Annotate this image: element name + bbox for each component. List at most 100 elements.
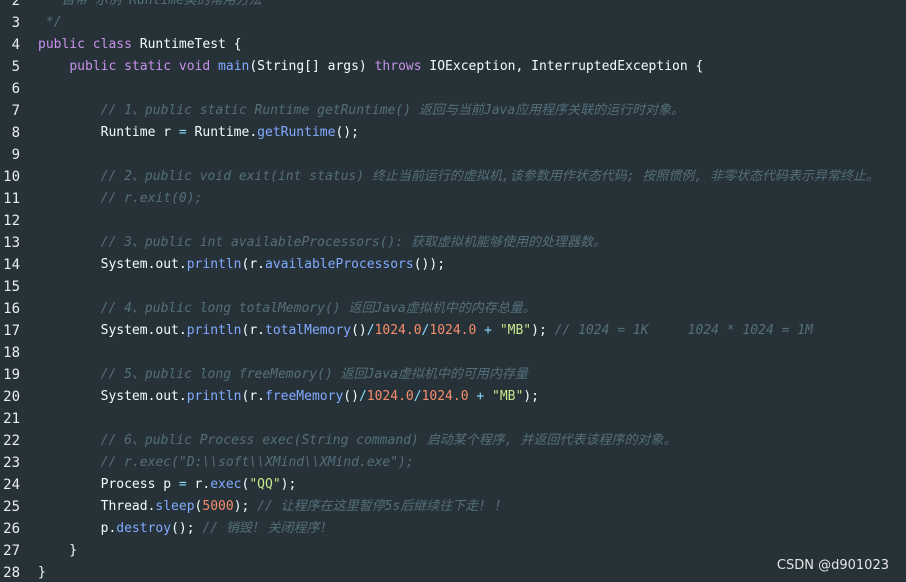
code-token: // 让程序在这里暂停5s后继续往下走! !: [257, 499, 502, 514]
code-line[interactable]: 19 // 5、public long freeMemory() 返回Java虚…: [0, 364, 906, 386]
code-line[interactable]: 3 */: [0, 12, 906, 34]
code-text: System.out.println(r.availableProcessors…: [38, 254, 445, 276]
code-text: // 2、public void exit(int status) 终止当前运行…: [38, 166, 879, 188]
line-number: 25: [3, 499, 20, 515]
code-token: // 2、public void exit(int status) 终止当前运行…: [100, 169, 880, 184]
line-number: 8: [11, 125, 20, 141]
code-token: 1024.0: [421, 389, 469, 404]
code-line[interactable]: 18: [0, 342, 906, 364]
code-token: /: [358, 389, 367, 404]
code-line[interactable]: 25 Thread.sleep(5000); // 让程序在这里暂停5s后继续往…: [0, 496, 906, 518]
code-line[interactable]: 2 自带 示例 Runtime类的常用方法: [0, 0, 906, 12]
line-number: 13: [3, 235, 20, 251]
code-token: totalMemory: [265, 323, 352, 338]
code-line[interactable]: 26 p.destroy(); // 销毁! 关闭程序!: [0, 518, 906, 540]
code-token: main: [218, 59, 250, 74]
code-token: public: [69, 59, 117, 74]
line-number: 23: [3, 455, 20, 471]
code-token: =: [178, 477, 187, 492]
code-line[interactable]: 17 System.out.println(r.totalMemory()/10…: [0, 320, 906, 342]
code-token: );: [280, 477, 297, 492]
code-line[interactable]: 6: [0, 78, 906, 100]
code-line[interactable]: 11 // r.exit(0);: [0, 188, 906, 210]
code-text: Process p = r.exec("QQ");: [38, 474, 297, 496]
code-token: // 3、public int availableProcessors(): 获…: [100, 235, 607, 250]
code-line[interactable]: 23 // r.exec("D:\\soft\\XMind\\XMind.exe…: [0, 452, 906, 474]
code-token: availableProcessors: [265, 257, 414, 272]
code-token: /: [366, 323, 375, 338]
code-token: (r.: [241, 389, 265, 404]
line-number: 22: [3, 433, 20, 449]
code-line[interactable]: 12: [0, 210, 906, 232]
code-line[interactable]: 10 // 2、public void exit(int status) 终止当…: [0, 166, 906, 188]
line-number: 14: [3, 257, 20, 273]
code-line[interactable]: 5 public static void main(String[] args)…: [0, 56, 906, 78]
code-token: (r.: [241, 257, 265, 272]
code-token: ();: [171, 521, 203, 536]
code-text: p.destroy(); // 销毁! 关闭程序!: [38, 518, 328, 540]
code-token: 1024.0: [429, 323, 477, 338]
code-line[interactable]: 13 // 3、public int availableProcessors()…: [0, 232, 906, 254]
code-line[interactable]: 24 Process p = r.exec("QQ");: [0, 474, 906, 496]
code-line[interactable]: 20 System.out.println(r.freeMemory()/102…: [0, 386, 906, 408]
code-text: */: [38, 12, 62, 34]
code-token: */: [38, 15, 62, 30]
code-editor[interactable]: 28} 27 } 26 p.destroy(); // 销毁! 关闭程序! 25 Th…: [0, 0, 906, 582]
code-text: // 6、public Process exec(String command)…: [38, 430, 677, 452]
code-token: exec: [210, 477, 242, 492]
code-line[interactable]: 9: [0, 144, 906, 166]
line-number: 16: [3, 301, 20, 317]
code-token: ());: [413, 257, 446, 272]
code-token: public: [38, 37, 85, 52]
code-token: // 5、public long freeMemory() 返回Java虚拟机中…: [100, 367, 528, 382]
code-line[interactable]: 21: [0, 408, 906, 430]
line-number: 20: [3, 389, 20, 405]
line-number: 6: [11, 81, 20, 97]
code-token: ();: [335, 125, 359, 140]
code-line[interactable]: 4 public class RuntimeTest {: [0, 34, 906, 56]
line-number: 28: [3, 565, 20, 581]
code-token: throws: [374, 59, 422, 74]
code-line[interactable]: 8 Runtime r = Runtime.getRuntime();: [0, 122, 906, 144]
code-line[interactable]: 15: [0, 276, 906, 298]
code-token: getRuntime: [257, 125, 336, 140]
code-line[interactable]: 28}: [0, 562, 906, 582]
code-token: System.out.: [38, 323, 187, 338]
code-token: 1024.0: [366, 389, 414, 404]
code-token: // 6、public Process exec(String command)…: [100, 433, 677, 448]
code-token: println: [186, 389, 242, 404]
code-text: }: [38, 562, 46, 582]
code-line[interactable]: 22 // 6、public Process exec(String comma…: [0, 430, 906, 452]
code-token: (String[] args): [249, 59, 375, 74]
line-number: 18: [3, 345, 20, 361]
code-text: 自带 示例 Runtime类的常用方法: [38, 0, 261, 12]
line-number: 27: [3, 543, 20, 559]
code-token: );: [531, 323, 555, 338]
code-line[interactable]: 27 }: [0, 540, 906, 562]
code-token: +: [484, 323, 492, 338]
code-token: "MB": [492, 389, 524, 404]
code-token: );: [233, 499, 258, 514]
code-token: +: [476, 389, 485, 404]
code-line[interactable]: 16 // 4、public long totalMemory() 返回Java…: [0, 298, 906, 320]
line-number: 19: [3, 367, 20, 383]
code-token: System.out.: [38, 389, 187, 404]
code-text: System.out.println(r.freeMemory()/1024.0…: [38, 386, 539, 408]
line-number: 17: [3, 323, 20, 339]
code-line[interactable]: 14 System.out.println(r.availableProcess…: [0, 254, 906, 276]
code-text: // 5、public long freeMemory() 返回Java虚拟机中…: [38, 364, 528, 386]
code-token: r.: [186, 477, 211, 492]
code-line[interactable]: 7 // 1、public static Runtime getRuntime(…: [0, 100, 906, 122]
line-number: 3: [11, 15, 20, 31]
